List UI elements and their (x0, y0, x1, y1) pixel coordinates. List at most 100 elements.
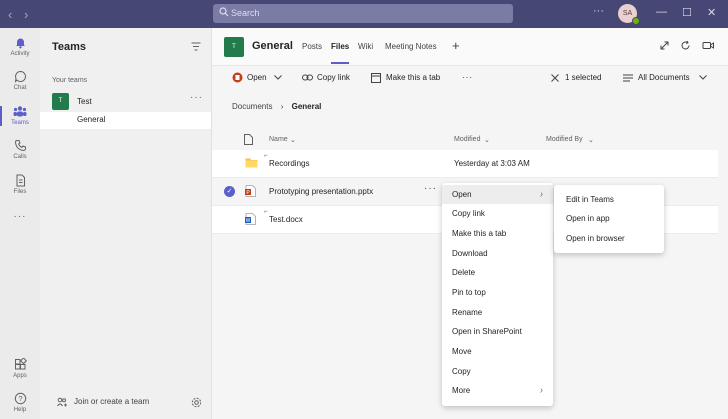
app-rail: Activity Chat Teams Calls Files ··· Apps… (0, 28, 40, 419)
refresh-icon[interactable] (680, 40, 691, 51)
search-input[interactable]: Search (213, 4, 513, 23)
active-tab-indicator (331, 62, 349, 64)
chevron-down-icon: ⌄ (484, 137, 490, 144)
channel-avatar: T (224, 37, 244, 57)
help-icon: ? (0, 392, 40, 405)
filter-icon[interactable] (191, 42, 201, 51)
menu-label: Delete (452, 268, 476, 277)
rail-label: Files (13, 189, 27, 195)
join-team-button[interactable]: Join or create a team (74, 397, 149, 406)
view-list-icon (623, 74, 633, 82)
rail-item-calls[interactable]: Calls (0, 139, 40, 160)
tab-meeting-notes[interactable]: Meeting Notes (385, 42, 437, 51)
checkmark-icon[interactable]: ✓ (224, 186, 235, 197)
search-icon (219, 7, 229, 17)
menu-item-open-in-app[interactable]: Open in app (554, 209, 664, 228)
view-selector[interactable]: All Documents (638, 73, 690, 82)
video-meet-icon[interactable] (702, 40, 715, 51)
chevron-down-icon[interactable] (274, 75, 282, 80)
clear-selection-icon[interactable] (551, 74, 559, 82)
chevron-down-icon[interactable] (699, 75, 707, 80)
column-header-modified-by[interactable]: Modified By (546, 136, 583, 143)
more-options-button[interactable]: ··· (593, 5, 604, 17)
menu-label: Open in app (566, 214, 610, 223)
search-placeholder: Search (231, 8, 260, 18)
table-row[interactable]: ⌐ Recordings Yesterday at 3:03 AM (212, 150, 718, 178)
rail-item-apps[interactable]: Apps (0, 358, 40, 379)
gear-icon[interactable] (191, 397, 202, 408)
file-name[interactable]: Recordings (269, 159, 309, 168)
teams-icon (0, 105, 40, 118)
tab-files[interactable]: Files (331, 42, 349, 51)
forward-icon[interactable]: › (24, 7, 28, 22)
menu-item-more[interactable]: More › (442, 381, 553, 400)
svg-text:?: ? (18, 394, 22, 403)
folder-icon (245, 157, 258, 168)
make-tab-button[interactable]: Make this a tab (386, 73, 440, 82)
rail-more-button[interactable]: ··· (0, 211, 40, 222)
tab-posts[interactable]: Posts (302, 42, 322, 51)
menu-label: Rename (452, 308, 483, 317)
menu-item-download[interactable]: Download (442, 244, 553, 263)
menu-item-pin-to-top[interactable]: Pin to top (442, 283, 553, 302)
menu-label: Open in browser (566, 234, 625, 243)
rail-item-help[interactable]: ? Help (0, 392, 40, 413)
open-button[interactable]: Open (247, 73, 267, 82)
menu-label: Download (452, 249, 488, 258)
bell-icon (0, 36, 40, 49)
menu-item-edit-in-teams[interactable]: Edit in Teams (554, 190, 664, 209)
menu-label: Edit in Teams (566, 195, 614, 204)
selection-count: 1 selected (565, 73, 602, 82)
menu-item-open-sharepoint[interactable]: Open in SharePoint (442, 322, 553, 341)
rail-label: Chat (13, 85, 27, 91)
rail-item-teams[interactable]: Teams (0, 105, 40, 126)
menu-item-copy-link[interactable]: Copy link (442, 204, 553, 223)
svg-text:W: W (246, 218, 251, 224)
expand-icon[interactable] (659, 40, 670, 51)
panel-title: Teams (52, 41, 87, 53)
rail-item-files[interactable]: Files (0, 174, 40, 195)
menu-item-move[interactable]: Move (442, 342, 553, 361)
menu-label: Pin to top (452, 288, 486, 297)
rail-label: Teams (11, 120, 29, 126)
close-button[interactable]: ✕ (707, 6, 716, 19)
apps-icon (0, 358, 40, 371)
menu-item-rename[interactable]: Rename (442, 303, 553, 322)
title-bar: ‹ › Search SA ··· — ☐ ✕ (0, 0, 728, 28)
file-name[interactable]: Prototyping presentation.pptx (269, 187, 373, 196)
main-content: T General Posts Files Wiki Meeting Notes… (212, 28, 728, 419)
minimize-button[interactable]: — (656, 6, 667, 18)
menu-item-copy[interactable]: Copy (442, 362, 553, 381)
tab-wiki[interactable]: Wiki (358, 42, 373, 51)
row-more-button[interactable]: ··· (424, 183, 437, 194)
column-header-name[interactable]: Name (269, 136, 288, 143)
add-tab-button[interactable]: + (452, 38, 460, 53)
channel-item-general[interactable]: General (40, 112, 211, 129)
modified-date: Yesterday at 3:03 AM (454, 159, 530, 168)
toolbar-more-button[interactable]: ··· (462, 73, 473, 82)
files-toolbar: Open Copy link Make this a tab ··· 1 sel… (212, 66, 728, 90)
menu-item-delete[interactable]: Delete (442, 263, 553, 282)
team-more-button[interactable]: ··· (190, 92, 203, 103)
file-name[interactable]: Test.docx (269, 215, 303, 224)
rail-label: Activity (10, 51, 30, 57)
team-avatar[interactable]: T (52, 93, 69, 110)
breadcrumb-current: General (291, 102, 322, 111)
menu-item-open[interactable]: Open › (442, 185, 553, 204)
chevron-right-icon: › (280, 102, 284, 111)
presence-available-icon (632, 17, 640, 25)
file-type-icon (244, 134, 253, 145)
team-name[interactable]: Test (77, 97, 92, 106)
maximize-button[interactable]: ☐ (682, 6, 692, 19)
phone-icon (0, 139, 40, 152)
teams-panel: Teams Your teams T Test ··· General Join… (40, 28, 212, 419)
breadcrumb-documents[interactable]: Documents (232, 102, 272, 111)
rail-item-activity[interactable]: Activity (0, 36, 40, 57)
menu-item-open-in-browser[interactable]: Open in browser (554, 229, 664, 248)
menu-item-make-tab[interactable]: Make this a tab (442, 224, 553, 243)
rail-item-chat[interactable]: Chat (0, 70, 40, 91)
back-icon[interactable]: ‹ (8, 7, 12, 22)
copy-link-button[interactable]: Copy link (317, 73, 350, 82)
channel-label: General (77, 115, 106, 124)
column-header-modified[interactable]: Modified (454, 136, 480, 143)
